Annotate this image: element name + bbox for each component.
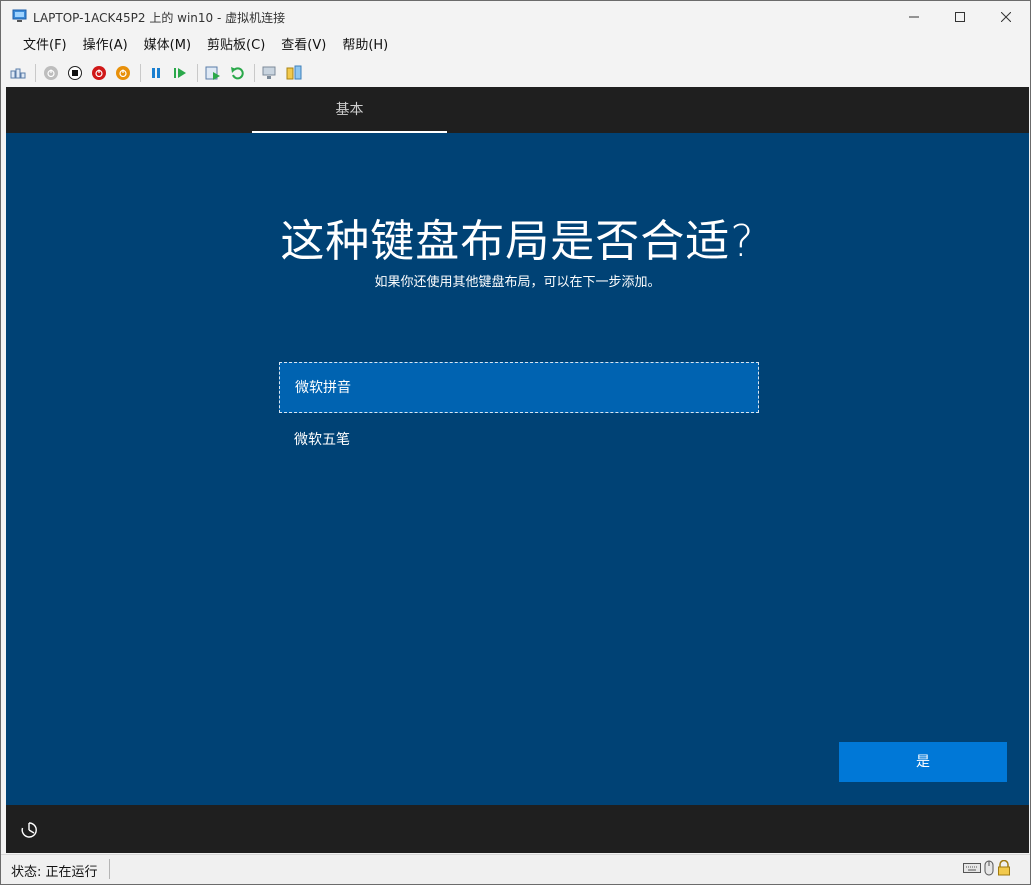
minimize-icon (909, 16, 919, 18)
window-title: LAPTOP-1ACK45P2 上的 win10 - 虚拟机连接 (33, 11, 286, 25)
page-title: 这种键盘布局是否合适? (280, 216, 755, 267)
start-button[interactable] (40, 62, 62, 84)
maximize-button[interactable] (937, 1, 983, 33)
page-subtitle: 如果你还使用其他键盘布局，可以在下一步添加。 (374, 275, 661, 290)
enhanced-session-icon (262, 66, 276, 79)
toolbar-separator (197, 63, 198, 82)
checkpoint-button[interactable] (202, 62, 224, 84)
menu-action[interactable]: 操作(A) (75, 35, 136, 57)
shutdown-button[interactable] (88, 62, 110, 84)
close-icon (1001, 12, 1011, 22)
shutdown-icon (92, 65, 106, 80)
status-bar: 状态: 正在运行 (1, 854, 1030, 884)
mouse-icon (984, 860, 994, 876)
menu-bar: 文件(F) 操作(A) 媒体(M) 剪贴板(C) 查看(V) 帮助(H) (1, 33, 1030, 59)
status-text: 状态: 正在运行 (11, 865, 98, 880)
tab-basic: 基本 (335, 102, 364, 118)
checkpoint-icon (205, 66, 220, 80)
save-icon (116, 65, 130, 80)
pause-icon (152, 67, 160, 78)
status-separator (109, 859, 110, 879)
tab-active-indicator (252, 131, 447, 133)
menu-clipboard[interactable]: 剪贴板(C) (199, 35, 273, 57)
toolbar (1, 59, 1030, 86)
toolbar-separator (254, 63, 255, 82)
revert-button[interactable] (226, 62, 248, 84)
start-icon (44, 65, 58, 80)
close-button[interactable] (983, 1, 1029, 33)
pause-button[interactable] (145, 62, 167, 84)
yes-button[interactable]: 是 (839, 742, 1007, 782)
ctrl-alt-del-button[interactable] (7, 62, 29, 84)
accessibility-icon[interactable] (20, 821, 38, 839)
lock-icon (998, 860, 1010, 876)
menu-file[interactable]: 文件(F) (15, 35, 75, 57)
vm-connection-window: LAPTOP-1ACK45P2 上的 win10 - 虚拟机连接 文件(F) 操… (0, 0, 1031, 885)
enhanced-session-button[interactable] (259, 62, 281, 84)
resume-button[interactable] (169, 62, 191, 84)
minimize-button[interactable] (891, 1, 937, 33)
oobe-top-bar: 基本 (6, 87, 1029, 133)
oobe-bottom-bar (6, 805, 1029, 853)
save-button[interactable] (112, 62, 134, 84)
menu-help[interactable]: 帮助(H) (334, 35, 396, 57)
keyboard-option-pinyin[interactable]: 微软拼音 (279, 362, 759, 413)
share-button[interactable] (283, 62, 305, 84)
revert-icon (231, 66, 244, 79)
ctrl-alt-del-icon (10, 68, 26, 78)
keyboard-option-wubi[interactable]: 微软五笔 (279, 415, 759, 466)
keyboard-icon (963, 863, 981, 873)
toolbar-separator (35, 63, 36, 82)
vm-connection-icon (12, 9, 27, 22)
menu-media[interactable]: 媒体(M) (136, 35, 199, 57)
menu-view[interactable]: 查看(V) (273, 35, 334, 57)
turn-off-button[interactable] (64, 62, 86, 84)
title-bar: LAPTOP-1ACK45P2 上的 win10 - 虚拟机连接 (1, 1, 1030, 33)
status-icons (963, 860, 1011, 876)
vm-screen[interactable]: 基本 这种键盘布局是否合适? 如果你还使用其他键盘布局，可以在下一步添加。 微软… (6, 87, 1029, 853)
share-icon (286, 65, 302, 79)
resume-icon (174, 67, 186, 78)
toolbar-separator (140, 63, 141, 82)
maximize-icon (955, 12, 965, 22)
turn-off-icon (68, 65, 82, 80)
